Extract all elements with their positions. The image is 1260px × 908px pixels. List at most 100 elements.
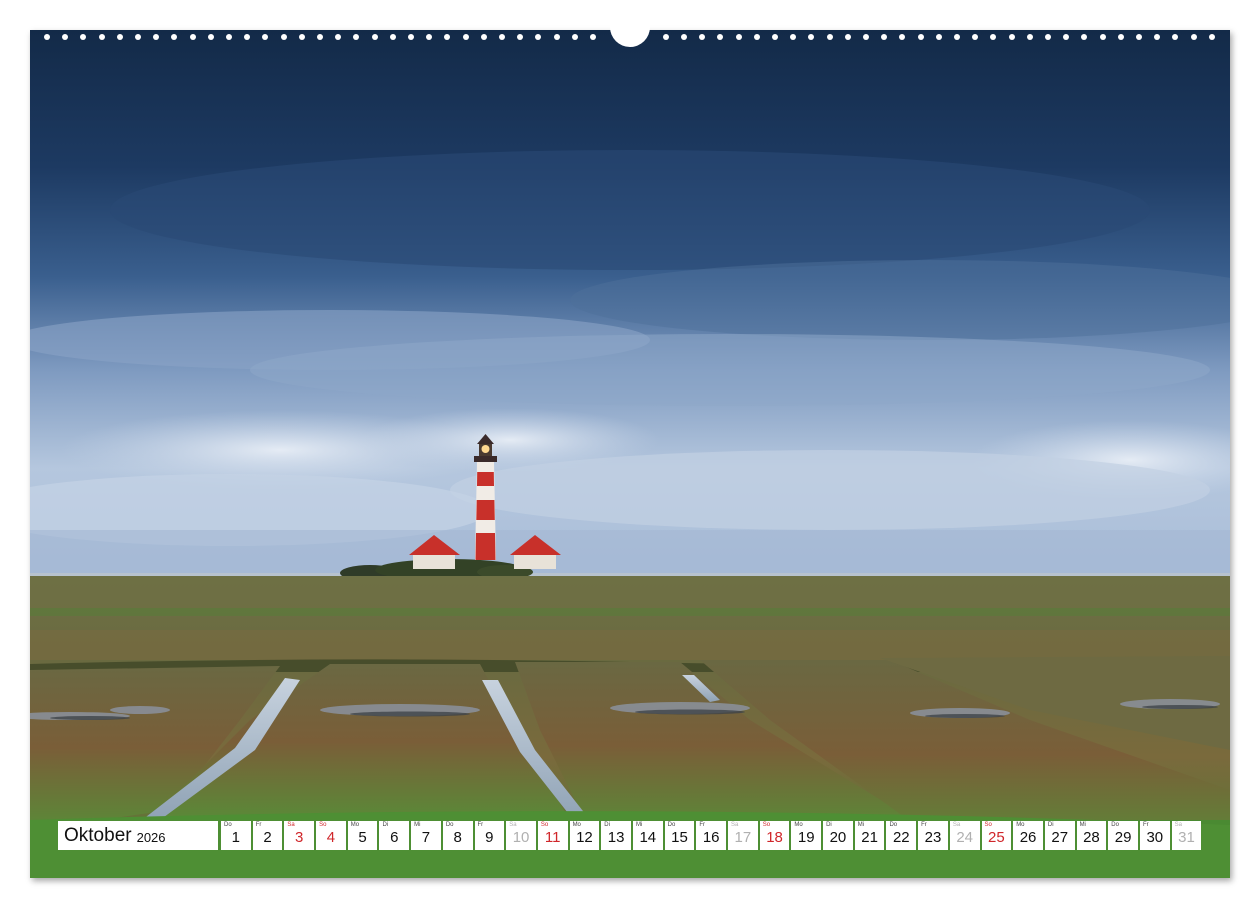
binding-hole xyxy=(62,34,69,40)
binding-hole xyxy=(1154,34,1161,40)
binding-hole xyxy=(207,34,214,40)
day-number: 26 xyxy=(1019,829,1037,846)
weekday-abbrev: Do xyxy=(1111,822,1119,828)
binding-hole xyxy=(535,34,542,40)
day-number: 3 xyxy=(295,829,304,846)
binding-hole xyxy=(189,34,196,40)
weekday-abbrev: Do xyxy=(224,822,232,828)
binding-hole xyxy=(116,34,123,40)
binding-hole xyxy=(444,34,451,40)
binding-hole xyxy=(1136,34,1142,40)
binding-hole xyxy=(1045,34,1051,40)
binding-hole xyxy=(772,34,778,40)
binding-hole xyxy=(171,34,178,40)
day-number: 17 xyxy=(734,829,752,846)
day-number: 18 xyxy=(766,829,783,846)
binding-hole xyxy=(371,34,378,40)
binding-hole xyxy=(80,34,87,40)
day-cell: Sa 10 xyxy=(506,821,536,850)
binding-hole xyxy=(480,34,487,40)
weekday-abbrev: Mo xyxy=(572,822,581,828)
day-cell: Sa 17 xyxy=(728,821,758,850)
weekday-abbrev: Fr xyxy=(1142,822,1149,828)
binding-hole xyxy=(244,34,251,40)
weekday-abbrev: Mo xyxy=(350,822,360,828)
binding-hole xyxy=(98,34,105,40)
day-number: 14 xyxy=(639,829,657,846)
binding-hole xyxy=(571,34,578,40)
weekday-abbrev: Sa xyxy=(952,822,961,828)
binding-hole xyxy=(389,34,396,40)
weekday-abbrev: Mi xyxy=(857,822,865,828)
binding-hole xyxy=(917,34,924,40)
day-cell: Mo 26 xyxy=(1013,821,1043,850)
binding-hole xyxy=(335,34,342,40)
day-number: 11 xyxy=(544,829,561,846)
binding-hole xyxy=(499,34,505,40)
binding-hole xyxy=(44,34,50,40)
binding-hole xyxy=(553,34,560,40)
binding-hole xyxy=(298,34,305,40)
binding-hole xyxy=(699,34,706,40)
weekday-abbrev: So xyxy=(984,822,992,828)
day-cell: Fr 30 xyxy=(1139,821,1170,850)
day-cell: Fr 2 xyxy=(252,821,283,850)
day-number: 24 xyxy=(956,829,973,846)
day-cell: So 18 xyxy=(759,821,790,850)
day-cell: So 4 xyxy=(316,821,346,850)
day-number: 31 xyxy=(1178,829,1195,846)
day-cell: Mi 28 xyxy=(1076,821,1107,850)
month-year: 2026 xyxy=(136,829,166,845)
day-cell: So 25 xyxy=(981,821,1012,850)
day-number: 5 xyxy=(358,829,367,846)
weekday-abbrev: Mi xyxy=(414,822,421,828)
binding-hole xyxy=(135,34,141,40)
day-cell: Do 8 xyxy=(442,821,473,850)
weekday-abbrev: Fr xyxy=(921,822,927,828)
binding-hole xyxy=(317,34,323,40)
binding-hole xyxy=(662,34,669,40)
day-cell: Mi 21 xyxy=(854,821,885,850)
day-number: 13 xyxy=(607,829,625,846)
month-label: Oktober 2026 xyxy=(58,821,218,850)
weekday-abbrev: Mo xyxy=(1016,822,1025,828)
binding-hole xyxy=(353,34,360,40)
binding-hole xyxy=(863,34,869,40)
weekday-abbrev: Di xyxy=(1047,822,1054,828)
day-number: 29 xyxy=(1114,829,1132,846)
weekday-abbrev: Di xyxy=(382,822,389,828)
weekday-abbrev: Sa xyxy=(731,822,739,828)
weekday-abbrev: Mo xyxy=(794,822,803,828)
binding-hole xyxy=(517,34,524,40)
binding-hole xyxy=(408,34,414,40)
binding-hole xyxy=(899,34,906,40)
weekday-abbrev: So xyxy=(540,822,549,828)
day-number: 8 xyxy=(453,829,462,846)
day-cell: Sa 24 xyxy=(949,821,980,850)
day-number: 15 xyxy=(671,829,688,846)
binding-hole xyxy=(826,34,833,40)
day-cell: Fr 16 xyxy=(696,821,726,850)
binding-hole xyxy=(153,34,160,40)
weekday-abbrev: Sa xyxy=(509,822,517,828)
day-cell: Di 6 xyxy=(379,821,410,850)
weekday-abbrev: Fr xyxy=(255,822,262,828)
binding-hole xyxy=(681,34,687,40)
landscape-photo xyxy=(30,30,1230,878)
binding-hole xyxy=(590,34,596,40)
binding-hole xyxy=(1099,34,1106,40)
binding-hole xyxy=(881,34,888,40)
weekday-abbrev: Fr xyxy=(699,822,705,828)
day-number: 28 xyxy=(1083,829,1100,846)
day-cell: Mo 19 xyxy=(791,821,822,850)
weekday-abbrev: Sa xyxy=(287,822,295,828)
day-cell: Di 20 xyxy=(823,821,853,850)
weekday-abbrev: Di xyxy=(826,822,832,828)
weekday-abbrev: Fr xyxy=(477,822,484,828)
binding-hole xyxy=(426,34,433,40)
binding-hole xyxy=(1026,34,1033,40)
day-number: 22 xyxy=(892,829,910,846)
day-cell: Do 22 xyxy=(886,821,917,850)
day-cell: Di 13 xyxy=(601,821,631,850)
binding-hole xyxy=(935,34,942,40)
